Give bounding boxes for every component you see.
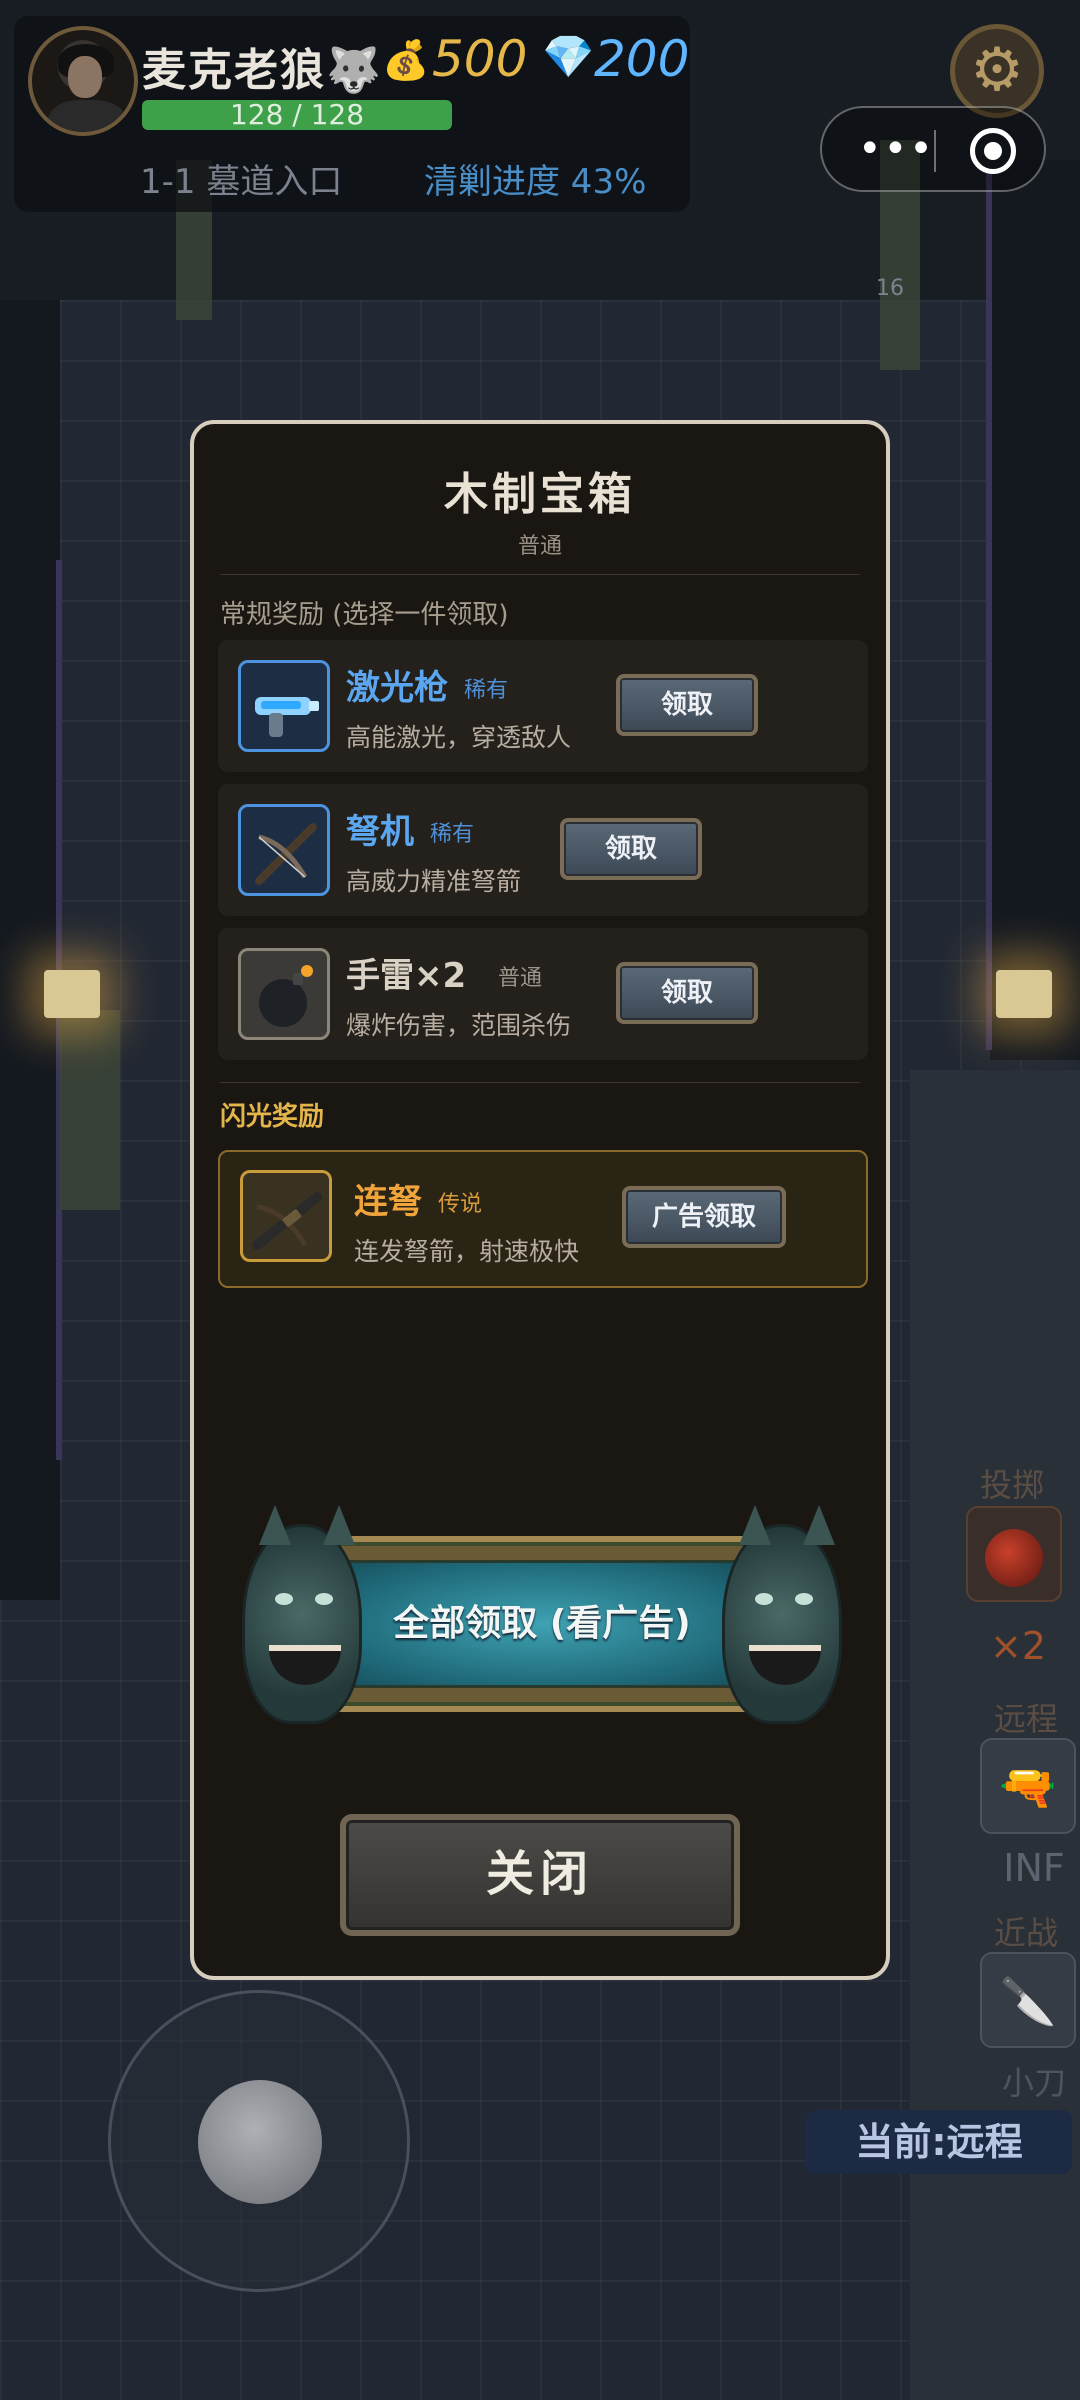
- claim-all-label: 全部领取 (看广告): [393, 1603, 691, 1644]
- rarity-tag: 传说: [438, 1192, 483, 1217]
- reward-row-grenade: 手雷×2 普通 爆炸伤害，范围杀伤 领取: [218, 928, 868, 1060]
- left-wall: [0, 300, 60, 1600]
- gear-icon[interactable]: ⚙: [950, 24, 1044, 118]
- pistol-icon: 🔫: [999, 1760, 1057, 1814]
- clear-progress: 清剿进度 43%: [424, 162, 647, 202]
- laser-gun-icon: [238, 660, 330, 752]
- knife-icon: 🔪: [999, 1974, 1057, 2028]
- reward-desc: 爆炸伤害，范围杀伤: [346, 1011, 572, 1040]
- coin-bag-icon: 💰: [382, 38, 430, 82]
- dialog-subtitle: 普通: [517, 534, 562, 559]
- reward-desc: 高能激光，穿透敌人: [346, 723, 572, 752]
- knife-slot[interactable]: 🔪: [980, 1952, 1076, 2048]
- scene-marker: 16: [876, 276, 904, 301]
- right-wall: [990, 160, 1080, 1060]
- crossbow-icon: [238, 804, 330, 896]
- flash-reward-heading: 闪光奖励: [220, 1102, 325, 1132]
- rarity-tag: 稀有: [464, 678, 509, 703]
- right-wall-edge: [986, 170, 992, 1050]
- reward-row-repeating-crossbow: 连弩 传说 连发弩箭，射速极快 广告领取: [218, 1150, 868, 1288]
- coin-count: 500: [432, 30, 528, 88]
- stage-name: 1-1 墓道入口: [140, 162, 343, 202]
- hp-bar: 128 / 128: [142, 100, 452, 130]
- diamond-icon: 💎: [542, 32, 595, 81]
- gargoyle-left-icon: [242, 1505, 362, 1724]
- ranged-label: 远程: [993, 1700, 1058, 1738]
- pillar: [60, 1010, 120, 1210]
- mini-program-capsule: •••: [820, 106, 1046, 192]
- reward-name: 弩机: [346, 812, 414, 852]
- rarity-tag: 普通: [498, 966, 543, 991]
- divider: [220, 1082, 860, 1083]
- claim-button[interactable]: 领取: [560, 818, 702, 880]
- reward-desc: 高威力精准弩箭: [346, 867, 522, 896]
- repeating-crossbow-icon: [240, 1170, 332, 1262]
- current-mode-badge[interactable]: 当前:远程: [806, 2110, 1072, 2174]
- torch-light: [44, 970, 100, 1018]
- close-button[interactable]: 关闭: [340, 1814, 740, 1936]
- reward-name: 激光枪: [346, 668, 448, 708]
- more-icon[interactable]: •••: [858, 126, 935, 172]
- dialog-title: 木制宝箱: [444, 469, 636, 520]
- melee-label: 近战: [993, 1914, 1058, 1952]
- bomb-icon: [985, 1528, 1043, 1587]
- reward-desc: 连发弩箭，射速极快: [354, 1237, 580, 1266]
- normal-reward-heading: 常规奖励 (选择一件领取): [220, 600, 509, 630]
- capsule-divider: [934, 130, 936, 172]
- reward-row-laser-gun: 激光枪 稀有 高能激光，穿透敌人 领取: [218, 640, 868, 772]
- reward-row-crossbow: 弩机 稀有 高威力精准弩箭 领取: [218, 784, 868, 916]
- hp-text: 128 / 128: [229, 100, 365, 130]
- rarity-tag: 稀有: [430, 822, 475, 847]
- melee-weapon-name: 小刀: [1001, 2064, 1066, 2102]
- close-target-icon[interactable]: [970, 128, 1016, 174]
- claim-all-button[interactable]: 全部领取 (看广告): [242, 1505, 842, 1740]
- avatar[interactable]: [28, 26, 138, 136]
- joystick-knob[interactable]: [198, 2080, 322, 2204]
- torch-light: [996, 970, 1052, 1018]
- claim-button[interactable]: 领取: [616, 962, 758, 1024]
- claim-button[interactable]: 领取: [616, 674, 758, 736]
- chest-reward-dialog: 木制宝箱 普通 常规奖励 (选择一件领取) 激光枪 稀有 高能激光，穿透敌人 领…: [190, 420, 890, 1980]
- gem-count: 200: [594, 30, 690, 88]
- bomb-slot[interactable]: [966, 1506, 1062, 1602]
- player-name: 麦克老狼🐺: [142, 45, 383, 96]
- ad-claim-button[interactable]: 广告领取: [622, 1186, 786, 1248]
- divider: [220, 574, 860, 575]
- reward-name: 连弩: [354, 1182, 422, 1222]
- grenade-icon: [238, 948, 330, 1040]
- pistol-slot[interactable]: 🔫: [980, 1738, 1076, 1834]
- throw-label: 投掷: [979, 1466, 1044, 1504]
- reward-name: 手雷×2: [346, 956, 467, 996]
- throw-count: ×2: [989, 1624, 1047, 1668]
- player-hud: 麦克老狼🐺 💰 500 💎 200 128 / 128 1-1 墓道入口 清剿进…: [14, 16, 690, 212]
- ranged-ammo: INF: [1003, 1846, 1065, 1890]
- gargoyle-right-icon: [722, 1505, 842, 1724]
